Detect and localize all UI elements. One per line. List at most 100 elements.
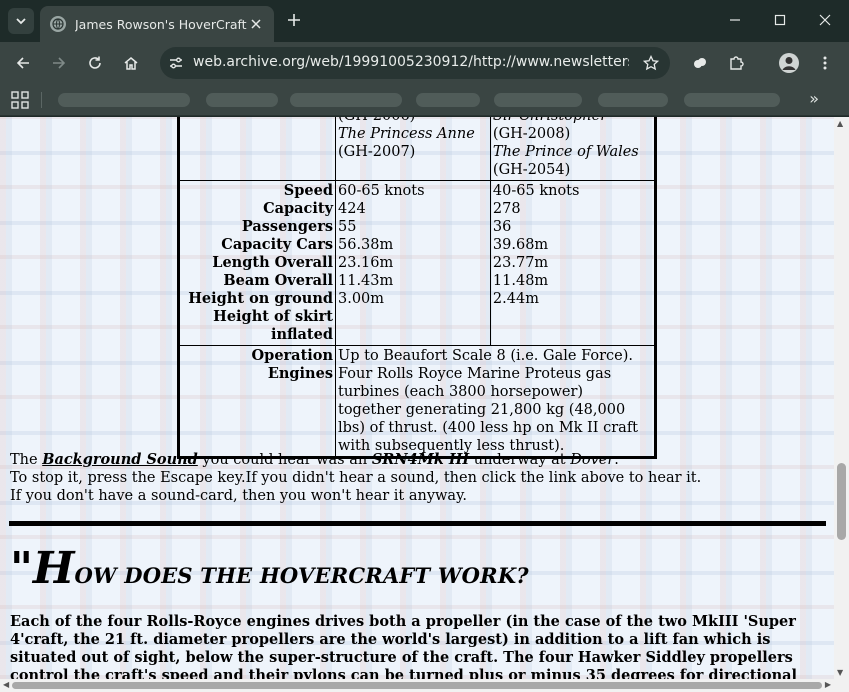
operation-engines-cell: Up to Beaufort Scale 8 (i.e. Gale Force)… (335, 345, 656, 458)
apps-grid-icon[interactable] (11, 91, 29, 109)
spec-values-cell: 40-65 knots 278 36 39.68m 23.77m 11.48m … (489, 180, 657, 346)
table-row: Operation Engines Up to Beaufort Scale 8… (178, 345, 656, 458)
text-span: you could hear was an (197, 452, 372, 468)
address-bar[interactable]: web.archive.org/web/19991005230912/http:… (160, 47, 670, 79)
back-button[interactable] (10, 50, 36, 76)
heading-initial: "H (10, 543, 75, 594)
spec-label: Speed (283, 182, 333, 199)
tab-title: James Rowson's HoverCraft Pag (75, 16, 247, 32)
active-tab[interactable]: James Rowson's HoverCraft Pag (40, 6, 274, 42)
tab-strip: James Rowson's HoverCraft Pag (0, 0, 849, 42)
bookmark-item[interactable] (494, 93, 582, 107)
bookmarks-bar: » (0, 84, 849, 116)
extension-cloud-icon (694, 58, 706, 68)
spec-label: Capacity Passengers (241, 200, 333, 235)
minimize-button[interactable] (720, 6, 750, 34)
bookmark-item[interactable] (290, 93, 402, 107)
craft-name: SRN4Mk III (371, 451, 470, 468)
minimize-icon (730, 19, 740, 21)
craft-name: The Prince of Wales (492, 144, 639, 160)
craft-code: (GH-2008) (492, 126, 571, 142)
craft-code: (GH-2007) (338, 144, 416, 160)
background-sound-link[interactable]: Background Sound (42, 451, 198, 468)
plus-icon (288, 14, 300, 26)
table-cell: Sir Christopher (GH-2008) The Prince of … (489, 117, 657, 181)
scroll-up-arrow-icon[interactable]: ▲ (837, 119, 843, 128)
reload-button[interactable] (82, 50, 108, 76)
craft-code: (GH-2006) (338, 117, 488, 125)
scroll-left-arrow-icon[interactable]: ◀ (3, 680, 9, 689)
extensions-menu-button[interactable] (723, 50, 749, 76)
text-span: underway at (469, 452, 571, 468)
browser-menu-button[interactable] (812, 50, 838, 76)
spec-label: Height on ground (188, 290, 333, 307)
scroll-down-arrow-icon[interactable]: ▼ (837, 668, 843, 677)
tab-search-button[interactable] (8, 8, 34, 34)
escape-instruction: To stop it, press the Escape key.If you … (10, 470, 702, 486)
bookmark-star-button[interactable] (640, 52, 662, 74)
extension-button[interactable] (687, 50, 713, 76)
place-name: Dover (570, 452, 615, 468)
text-span: The (10, 452, 43, 468)
star-icon (643, 55, 659, 71)
bookmark-item[interactable] (58, 93, 190, 107)
horizontal-rule (9, 521, 826, 526)
bookmark-item[interactable] (598, 93, 668, 107)
craft-code: (GH-2054) (492, 162, 571, 178)
spec-label: Length Overall (212, 254, 333, 271)
url-text[interactable]: web.archive.org/web/19991005230912/http:… (193, 54, 629, 70)
spec-value: 36 (492, 219, 512, 235)
spec-value: 23.77m (492, 255, 549, 271)
craft-name: Sir Christopher (493, 117, 652, 125)
bookmark-item[interactable] (206, 93, 278, 107)
operation-label: Operation (251, 347, 333, 364)
new-tab-button[interactable] (283, 9, 305, 31)
close-icon (251, 19, 261, 29)
spec-values-cell: 60-65 knots 424 55 56.38m 23.16m 11.43m … (335, 180, 491, 346)
vertical-scroll-thumb[interactable] (837, 463, 846, 540)
operation-value: Up to Beaufort Scale 8 (i.e. Gale Force)… (338, 348, 633, 364)
engines-label: Engines (267, 365, 333, 382)
how-it-works-paragraph: Each of the four Rolls-Royce engines dri… (10, 613, 798, 679)
maximize-icon (774, 14, 786, 26)
horizontal-scrollbar[interactable]: ◀ ▶ (0, 679, 849, 692)
spec-label: Height of skirt inflated (213, 308, 333, 343)
section-heading: "HOW DOES THE HOVERCRAFT WORK? (10, 543, 529, 594)
soundcard-note: If you don't have a sound-card, then you… (10, 488, 467, 504)
close-window-button[interactable] (810, 6, 840, 34)
home-button[interactable] (118, 50, 144, 76)
text-span: . (614, 452, 619, 468)
spec-value: 424 (338, 201, 366, 217)
spec-labels-cell: Speed Capacity Passengers Capacity Cars … (178, 180, 336, 346)
home-icon (124, 57, 138, 70)
arrow-left-icon (16, 57, 29, 69)
table-cell (178, 117, 336, 181)
scroll-right-arrow-icon[interactable]: ▶ (825, 680, 831, 689)
vertical-scrollbar[interactable]: ▲ ▼ (834, 117, 849, 679)
spec-value: 55 (338, 219, 357, 235)
maximize-button[interactable] (765, 6, 795, 34)
reload-icon (89, 56, 101, 69)
arrow-right-icon (53, 57, 66, 69)
spec-value: 60-65 knots (338, 183, 425, 199)
more-bookmarks-button[interactable]: » (809, 89, 819, 108)
site-info-icon[interactable] (166, 53, 186, 73)
spec-label: Capacity Cars (221, 236, 333, 253)
engines-value: Four Rolls Royce Marine Proteus gas turb… (338, 366, 639, 454)
close-icon (819, 14, 831, 26)
spec-value: 56.38m (338, 237, 394, 253)
craft-name: The Princess Anne (338, 126, 475, 142)
profile-avatar-button[interactable] (776, 50, 802, 76)
tab-close-button[interactable] (248, 16, 264, 32)
page-viewport: (GH-2006) The Princess Anne (GH-2007) Si… (0, 117, 834, 679)
bookmark-item[interactable] (416, 93, 480, 107)
forward-button[interactable] (46, 50, 72, 76)
table-row: Speed Capacity Passengers Capacity Cars … (178, 180, 657, 346)
bookmark-item[interactable] (684, 93, 780, 107)
table-row: (GH-2006) The Princess Anne (GH-2007) Si… (178, 117, 657, 181)
spec-value: 23.16m (338, 255, 394, 271)
horizontal-scroll-thumb[interactable] (12, 682, 822, 689)
spec-value: 2.44m (492, 291, 539, 307)
background-sound-paragraph: The Background Sound you could hear was … (10, 451, 820, 505)
spec-label: Beam Overall (223, 272, 333, 289)
